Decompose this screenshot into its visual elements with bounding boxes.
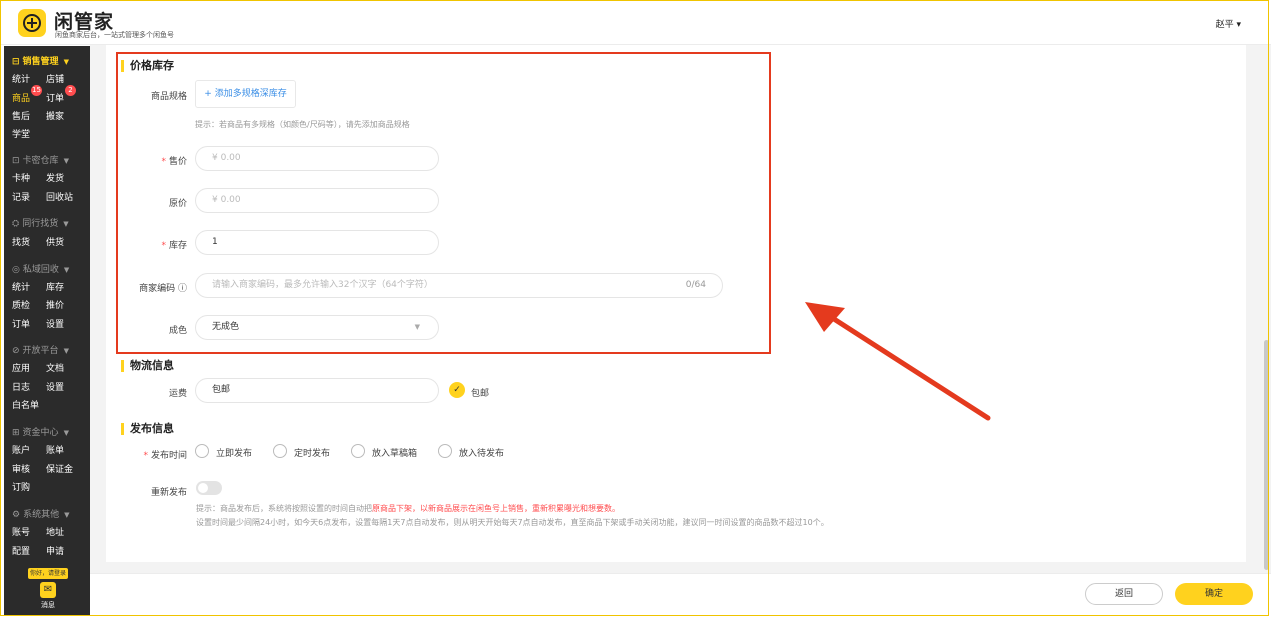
sidebar-item-config[interactable]: 配置 [12,544,30,557]
message-label: 消息 [41,601,55,609]
sidebar-item-pricing[interactable]: 推价 [46,298,64,311]
sidebar-item-goods[interactable]: 商品 15 [12,85,43,104]
republish-hint-line2: 设置时间最少间隔24小时，如今天6点发布，设置每隔1天7点自动发布，则从明天开始… [196,518,829,527]
sidebar-item-settings2[interactable]: 设置 [46,380,64,393]
section-title-logistics: 物流信息 [121,360,174,372]
sidebar-section-sales[interactable]: ⊟ 销售管理 ▼ [12,54,69,67]
sidebar-section-open[interactable]: ⊘ 开放平台 ▼ [12,343,69,356]
chevron-down-icon: ▼ [64,511,70,519]
scrollbar-thumb[interactable] [1264,340,1269,570]
sidebar-section-card[interactable]: ⊡ 卡密仓库 ▼ [12,153,69,166]
sidebar-item-subscribe[interactable]: 订购 [12,480,30,493]
sidebar-section-private[interactable]: ◎ 私域回收 ▼ [12,262,69,275]
freight-label: 运费 [168,389,187,399]
sidebar-item-logs[interactable]: 日志 [12,380,30,393]
sidebar-item-move[interactable]: 搬家 [46,109,64,122]
sidebar-item-records[interactable]: 记录 [12,190,30,203]
sidebar-item-apply[interactable]: 申请 [46,544,64,557]
back-button[interactable]: 返回 [1085,583,1163,605]
message-icon[interactable]: ✉ [40,582,56,598]
annotation-highlight-box [116,52,771,354]
orders-count-badge: 2 [65,85,77,96]
sidebar-item-whitelist[interactable]: 白名单 [12,398,39,411]
sidebar-item-shop[interactable]: 店铺 [46,72,64,85]
sidebar-item-apps[interactable]: 应用 [12,361,30,374]
sidebar-item-deposit[interactable]: 保证金 [46,462,73,475]
sidebar-item-ship[interactable]: 发货 [46,171,64,184]
chevron-down-icon: ▼ [63,220,69,228]
sidebar-item-address[interactable]: 地址 [46,525,64,538]
sidebar-item-accounts[interactable]: 账号 [12,525,30,538]
chevron-down-icon: ▼ [63,266,70,274]
wallet-icon: ⊞ [12,428,20,438]
sidebar-section-funds[interactable]: ⊞ 资金中心 ▼ [12,425,69,438]
sidebar-section-peer[interactable]: ⛭ 同行找货 ▼ [12,216,69,229]
brand-subtitle: 闲鱼商家后台，一站式管理多个闲鱼号 [55,31,174,39]
box-icon: ⊡ [12,156,20,166]
chevron-down-icon: ▼ [63,429,69,437]
sidebar-item-stats2[interactable]: 统计 [12,280,30,293]
user-menu[interactable]: 赵平 ▾ [1216,17,1241,30]
goods-count-badge: 15 [31,85,43,96]
sidebar-item-account[interactable]: 账户 [12,443,30,456]
republish-label: 重新发布 [150,488,187,498]
people-icon: ⛭ [12,219,20,229]
gear-icon: ⚙ [12,510,21,520]
sidebar-section-system[interactable]: ⚙ 系统其他 ▼ [12,507,69,520]
app-logo-icon [18,9,46,37]
recycle-icon: ◎ [12,265,20,275]
sidebar-item-docs[interactable]: 文档 [46,361,64,374]
confirm-button[interactable]: 确定 [1175,583,1253,605]
sidebar-item-bills[interactable]: 账单 [46,443,64,456]
sidebar-item-cardtype[interactable]: 卡种 [12,171,30,184]
sidebar: ⊟ 销售管理 ▼ 统计 店铺 商品 15 订单 2 售后 搬家 学堂 ⊡ 卡密仓库 ▼ 卡种… [4,46,90,616]
sidebar-item-stock[interactable]: 库存 [46,280,64,293]
sidebar-item-orders[interactable]: 订单 2 [46,85,77,104]
section-title-publish: 发布信息 [121,423,174,435]
freight-input[interactable]: 包邮 [195,378,439,403]
republish-hint: 提示：商品发布后，系统将按照设置的时间自动把原商品下架，以新商品展示在闲鱼号上销… [196,504,620,513]
publish-time-label: * 发布时间 [143,451,187,461]
chevron-down-icon: ▼ [63,157,69,165]
sidebar-item-orders2[interactable]: 订单 [12,317,30,330]
sidebar-item-supply[interactable]: 供货 [46,235,64,248]
chevron-down-icon: ▼ [63,58,69,66]
annotation-arrow-icon [805,302,991,421]
login-tag[interactable]: 你好，请登录 [28,568,68,579]
sidebar-item-settings[interactable]: 设置 [46,317,64,330]
bag-icon: ⊟ [12,57,20,67]
sidebar-item-stats[interactable]: 统计 [12,72,30,85]
free-shipping-label: 包邮 [471,389,490,399]
republish-toggle[interactable] [196,481,222,495]
sidebar-item-school[interactable]: 学堂 [12,127,30,140]
chevron-down-icon: ▼ [63,347,69,355]
sidebar-item-recycle-bin[interactable]: 回收站 [46,190,73,203]
top-header: 闲管家 闲鱼商家后台，一站式管理多个闲鱼号 赵平 ▾ [0,0,1271,45]
shield-icon: ⊘ [12,346,20,356]
free-shipping-check-icon[interactable]: ✓ [449,382,465,398]
sidebar-item-find[interactable]: 找货 [12,235,30,248]
sidebar-item-qc[interactable]: 质检 [12,298,30,311]
sidebar-item-aftersale[interactable]: 售后 [12,109,30,122]
sidebar-item-audit[interactable]: 审核 [12,462,30,475]
